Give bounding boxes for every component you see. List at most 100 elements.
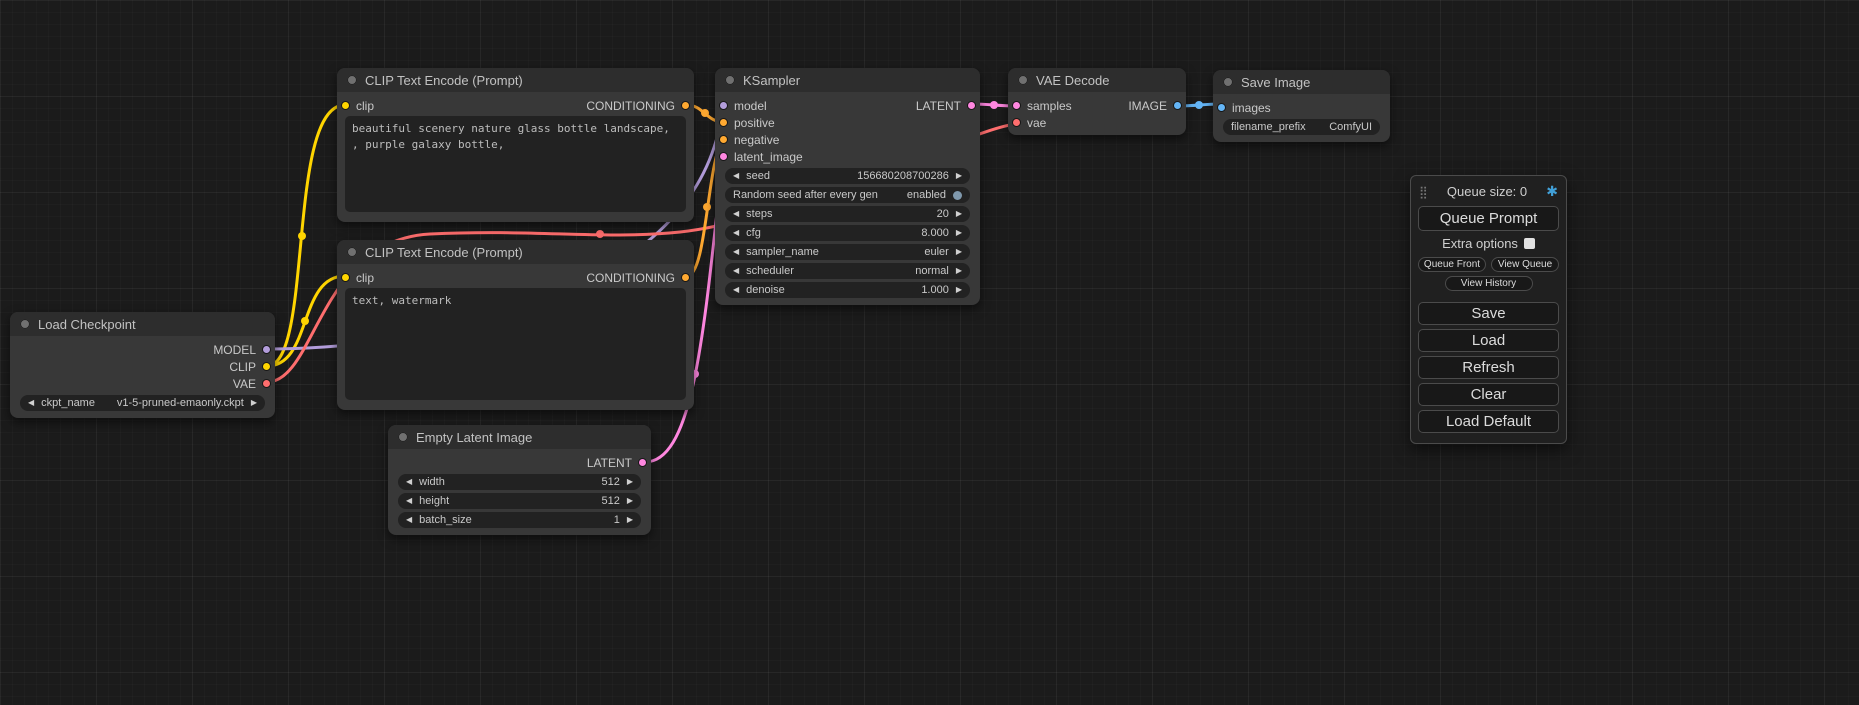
image-slot-dot[interactable]	[1173, 101, 1182, 110]
input-slot-latent-image[interactable]: latent_image	[715, 148, 803, 165]
clip-slot-dot[interactable]	[341, 101, 350, 110]
refresh-button[interactable]: Refresh	[1418, 356, 1559, 379]
output-slot-model[interactable]: MODEL	[10, 341, 275, 358]
view-queue-button[interactable]: View Queue	[1491, 257, 1559, 272]
left-arrow-icon[interactable]: ◀	[733, 267, 739, 275]
right-arrow-icon[interactable]: ▶	[956, 172, 962, 180]
extra-options-checkbox[interactable]	[1524, 238, 1535, 249]
node-vae-decode[interactable]: VAE Decode samples vae IMAGE	[1008, 68, 1186, 135]
save-button[interactable]: Save	[1418, 302, 1559, 325]
node-title-bar[interactable]: Load Checkpoint	[10, 312, 275, 336]
collapse-dot[interactable]	[1223, 77, 1233, 87]
node-clip-text-encode-positive[interactable]: CLIP Text Encode (Prompt) clip CONDITION…	[337, 68, 694, 222]
queue-prompt-button[interactable]: Queue Prompt	[1418, 206, 1559, 231]
conditioning-slot-dot[interactable]	[681, 101, 690, 110]
queue-panel[interactable]: ⣿ Queue size: 0 ✱ Queue Prompt Extra opt…	[1410, 175, 1567, 444]
right-arrow-icon[interactable]: ▶	[956, 267, 962, 275]
node-save-image[interactable]: Save Image images filename_prefix ComfyU…	[1213, 70, 1390, 142]
prompt-textarea[interactable]: beautiful scenery nature glass bottle la…	[345, 116, 686, 212]
right-arrow-icon[interactable]: ▶	[956, 210, 962, 218]
node-title-bar[interactable]: VAE Decode	[1008, 68, 1186, 92]
drag-handle-icon[interactable]: ⣿	[1419, 185, 1428, 199]
input-slot-positive[interactable]: positive	[715, 114, 803, 131]
collapse-dot[interactable]	[20, 319, 30, 329]
collapse-dot[interactable]	[1018, 75, 1028, 85]
widget-filename-prefix[interactable]: filename_prefix ComfyUI	[1223, 119, 1380, 135]
right-arrow-icon[interactable]: ▶	[627, 478, 633, 486]
conditioning-slot-dot[interactable]	[681, 273, 690, 282]
left-arrow-icon[interactable]: ◀	[406, 516, 412, 524]
output-slot-latent[interactable]: LATENT	[388, 454, 651, 471]
input-slot-clip[interactable]: clip	[337, 97, 374, 114]
left-arrow-icon[interactable]: ◀	[733, 210, 739, 218]
left-arrow-icon[interactable]: ◀	[733, 248, 739, 256]
conditioning-slot-dot[interactable]	[719, 135, 728, 144]
output-slot-image[interactable]: IMAGE	[1128, 97, 1186, 114]
node-clip-text-encode-negative[interactable]: CLIP Text Encode (Prompt) clip CONDITION…	[337, 240, 694, 410]
node-empty-latent-image[interactable]: Empty Latent Image LATENT ◀ width 512 ▶ …	[388, 425, 651, 535]
widget-cfg[interactable]: ◀ cfg 8.000 ▶	[725, 225, 970, 241]
collapse-dot[interactable]	[347, 75, 357, 85]
widget-batch-size[interactable]: ◀ batch_size 1 ▶	[398, 512, 641, 528]
right-arrow-icon[interactable]: ▶	[956, 248, 962, 256]
widget-scheduler[interactable]: ◀ scheduler normal ▶	[725, 263, 970, 279]
widget-seed[interactable]: ◀ seed 156680208700286 ▶	[725, 168, 970, 184]
left-arrow-icon[interactable]: ◀	[733, 229, 739, 237]
conditioning-slot-dot[interactable]	[719, 118, 728, 127]
latent-slot-dot[interactable]	[719, 152, 728, 161]
right-arrow-icon[interactable]: ▶	[956, 229, 962, 237]
load-default-button[interactable]: Load Default	[1418, 410, 1559, 433]
model-slot-dot[interactable]	[719, 101, 728, 110]
node-title-bar[interactable]: KSampler	[715, 68, 980, 92]
right-arrow-icon[interactable]: ▶	[956, 286, 962, 294]
node-title-bar[interactable]: CLIP Text Encode (Prompt)	[337, 240, 694, 264]
vae-slot-dot[interactable]	[1012, 118, 1021, 127]
vae-slot-dot[interactable]	[262, 379, 271, 388]
collapse-dot[interactable]	[347, 247, 357, 257]
left-arrow-icon[interactable]: ◀	[406, 497, 412, 505]
output-slot-vae[interactable]: VAE	[10, 375, 275, 392]
input-slot-vae[interactable]: vae	[1008, 114, 1072, 131]
input-slot-clip[interactable]: clip	[337, 269, 374, 286]
widget-denoise[interactable]: ◀ denoise 1.000 ▶	[725, 282, 970, 298]
node-ksampler[interactable]: KSampler model positive negative la	[715, 68, 980, 305]
input-slot-images[interactable]: images	[1213, 99, 1271, 116]
node-title-bar[interactable]: Save Image	[1213, 70, 1390, 94]
widget-width[interactable]: ◀ width 512 ▶	[398, 474, 641, 490]
input-slot-samples[interactable]: samples	[1008, 97, 1072, 114]
widget-ckpt-name[interactable]: ◀ ckpt_name v1-5-pruned-emaonly.ckpt ▶	[20, 395, 265, 411]
node-load-checkpoint[interactable]: Load Checkpoint MODEL CLIP VAE ◀	[10, 312, 275, 418]
load-button[interactable]: Load	[1418, 329, 1559, 352]
clear-button[interactable]: Clear	[1418, 383, 1559, 406]
node-title-bar[interactable]: Empty Latent Image	[388, 425, 651, 449]
widget-steps[interactable]: ◀ steps 20 ▶	[725, 206, 970, 222]
collapse-dot[interactable]	[725, 75, 735, 85]
settings-gear-icon[interactable]: ✱	[1546, 183, 1558, 200]
image-slot-dot[interactable]	[1217, 103, 1226, 112]
left-arrow-icon[interactable]: ◀	[406, 478, 412, 486]
right-arrow-icon[interactable]: ▶	[627, 516, 633, 524]
output-slot-conditioning[interactable]: CONDITIONING	[586, 97, 694, 114]
right-arrow-icon[interactable]: ▶	[251, 399, 257, 407]
clip-slot-dot[interactable]	[262, 362, 271, 371]
node-title-bar[interactable]: CLIP Text Encode (Prompt)	[337, 68, 694, 92]
widget-height[interactable]: ◀ height 512 ▶	[398, 493, 641, 509]
right-arrow-icon[interactable]: ▶	[627, 497, 633, 505]
output-slot-latent[interactable]: LATENT	[916, 97, 980, 114]
toggle-dot[interactable]	[953, 191, 962, 200]
input-slot-model[interactable]: model	[715, 97, 803, 114]
output-slot-conditioning[interactable]: CONDITIONING	[586, 269, 694, 286]
input-slot-negative[interactable]: negative	[715, 131, 803, 148]
latent-slot-dot[interactable]	[638, 458, 647, 467]
left-arrow-icon[interactable]: ◀	[733, 286, 739, 294]
queue-front-button[interactable]: Queue Front	[1418, 257, 1486, 272]
model-slot-dot[interactable]	[262, 345, 271, 354]
widget-sampler-name[interactable]: ◀ sampler_name euler ▶	[725, 244, 970, 260]
latent-slot-dot[interactable]	[967, 101, 976, 110]
latent-slot-dot[interactable]	[1012, 101, 1021, 110]
left-arrow-icon[interactable]: ◀	[28, 399, 34, 407]
view-history-button[interactable]: View History	[1445, 276, 1533, 291]
collapse-dot[interactable]	[398, 432, 408, 442]
output-slot-clip[interactable]: CLIP	[10, 358, 275, 375]
left-arrow-icon[interactable]: ◀	[733, 172, 739, 180]
